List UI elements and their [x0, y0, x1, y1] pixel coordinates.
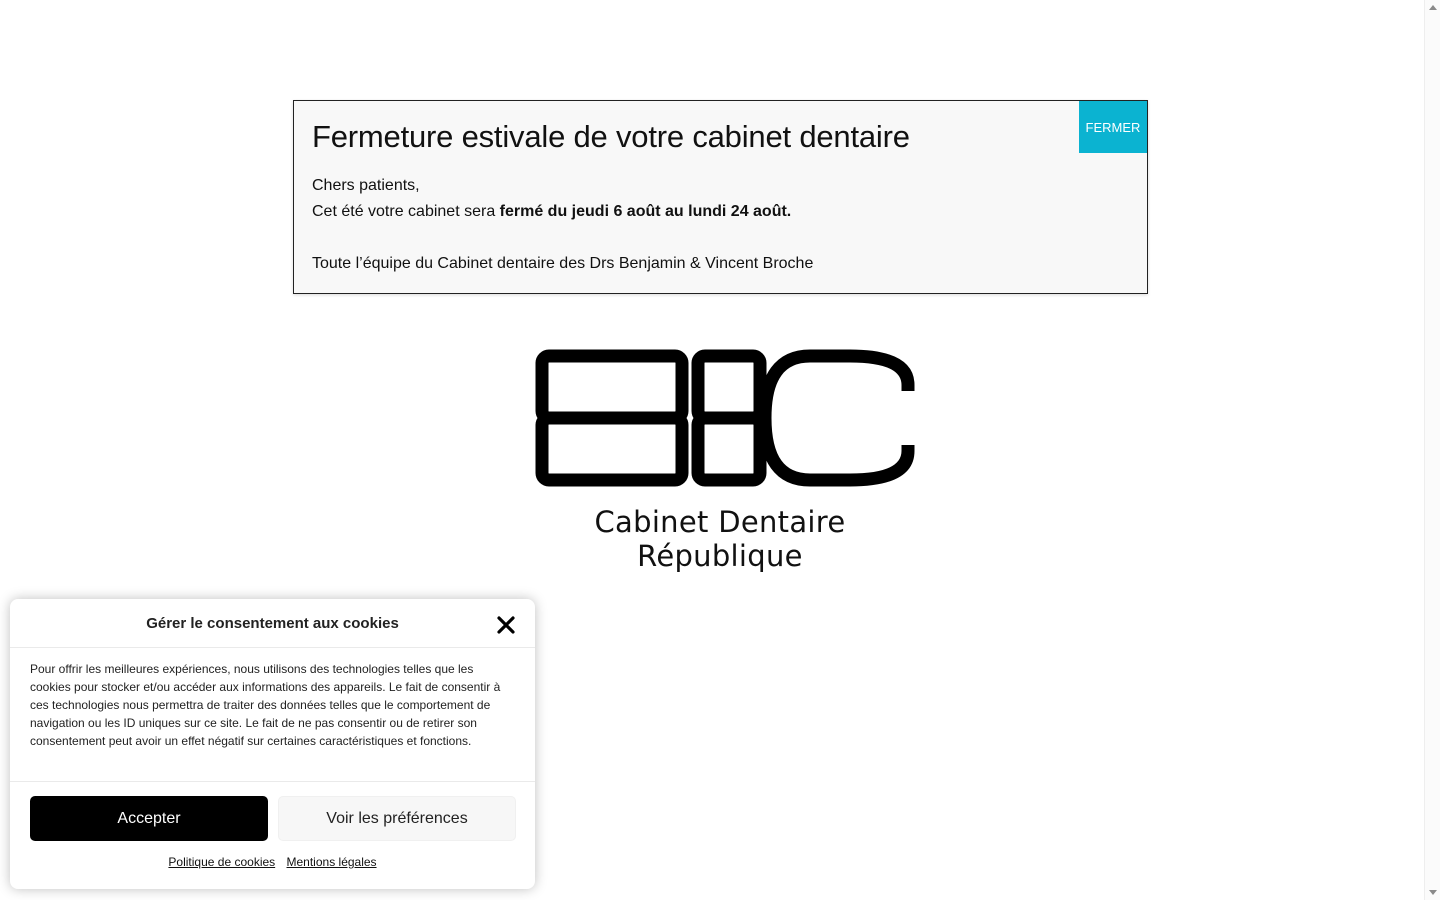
- cookie-title: Gérer le consentement aux cookies: [146, 615, 399, 632]
- scroll-up-icon[interactable]: [1429, 5, 1437, 10]
- divider: [10, 781, 535, 782]
- bbc-monogram-icon: [535, 349, 915, 487]
- notice-title: Fermeture estivale de votre cabinet dent…: [312, 119, 910, 154]
- notice-closure-dates: Cet été votre cabinet sera fermé du jeud…: [312, 199, 1072, 225]
- closure-notice-popup: Fermeture estivale de votre cabinet dent…: [293, 100, 1148, 294]
- cookie-policy-link[interactable]: Politique de cookies: [168, 855, 275, 869]
- page-scrollbar[interactable]: [1424, 0, 1440, 900]
- cookie-consent-banner: Gérer le consentement aux cookies Pour o…: [10, 599, 535, 889]
- notice-signature: Toute l’équipe du Cabinet dentaire des D…: [312, 255, 814, 272]
- cookie-links: Politique de cookies Mentions légales: [10, 855, 535, 869]
- notice-body: Chers patients, Cet été votre cabinet se…: [312, 173, 1072, 277]
- cookie-header: Gérer le consentement aux cookies: [10, 599, 535, 648]
- notice-closure-period: fermé du jeudi 6 août au lundi 24 août.: [499, 203, 792, 220]
- logo-brand-name: Cabinet Dentaire République: [594, 505, 846, 573]
- notice-greeting: Chers patients,: [312, 177, 420, 194]
- site-logo[interactable]: Cabinet Dentaire République: [520, 345, 920, 573]
- accept-button[interactable]: Accepter: [30, 796, 268, 841]
- notice-closure-prefix: Cet été votre cabinet sera: [312, 203, 500, 220]
- close-icon[interactable]: [495, 614, 517, 636]
- view-preferences-button[interactable]: Voir les préférences: [278, 796, 516, 841]
- scroll-down-icon[interactable]: [1429, 890, 1437, 895]
- legal-notice-link[interactable]: Mentions légales: [287, 855, 377, 869]
- notice-close-button[interactable]: FERMER: [1079, 101, 1147, 153]
- cookie-description: Pour offrir les meilleures expériences, …: [30, 662, 501, 748]
